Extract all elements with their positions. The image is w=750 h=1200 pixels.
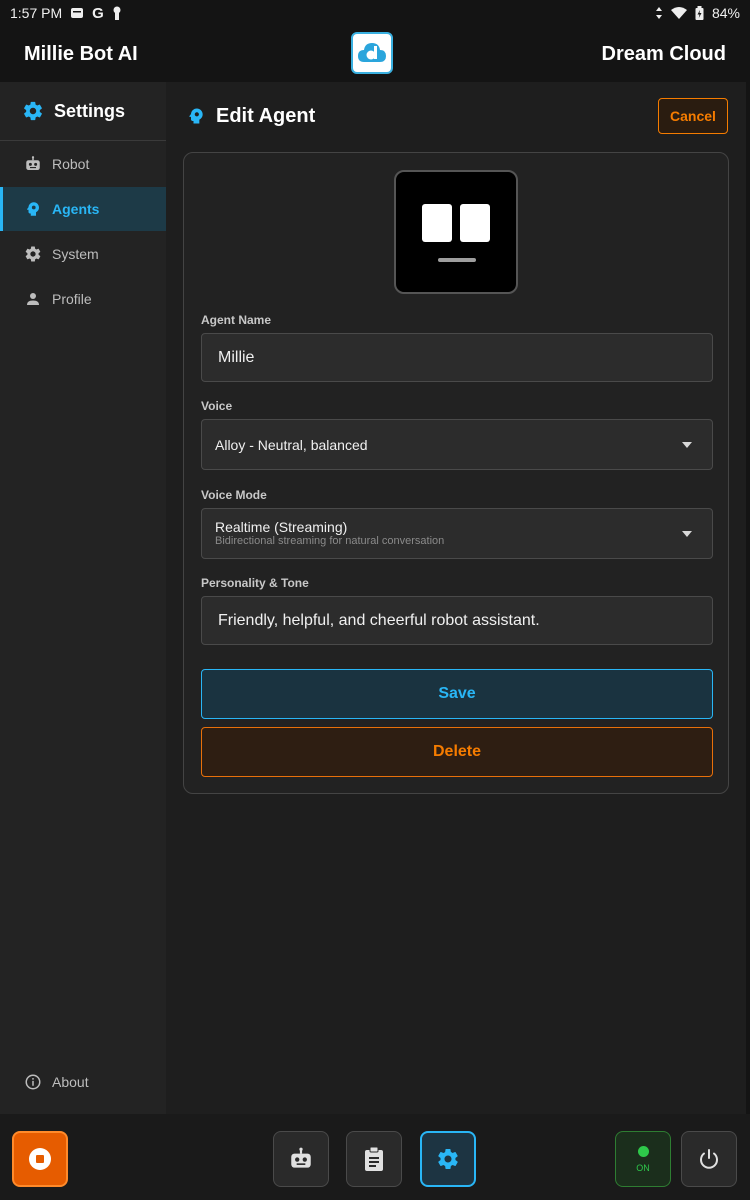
save-button[interactable]: Save <box>201 669 713 719</box>
voice-mode-label: Voice Mode <box>201 488 267 502</box>
robot-nav-button[interactable] <box>273 1131 329 1187</box>
sidebar: Settings Robot Agents System Profile Abo… <box>0 82 166 1114</box>
main-panel: Edit Agent Cancel Agent Name Voice Alloy… <box>166 82 746 1114</box>
agent-head-icon <box>186 106 206 126</box>
agent-name-field-wrapper <box>201 333 713 382</box>
app-title: Millie Bot AI <box>24 42 138 65</box>
sidebar-item-label: System <box>52 246 99 262</box>
keyhole-icon <box>112 6 122 20</box>
person-icon <box>24 290 42 308</box>
info-icon <box>24 1073 42 1091</box>
robot-icon <box>288 1146 314 1172</box>
delete-button[interactable]: Delete <box>201 727 713 777</box>
google-icon: G <box>92 4 104 22</box>
agent-icon <box>24 200 42 218</box>
avatar-right-eye <box>460 204 490 242</box>
voice-select[interactable]: Alloy - Neutral, balanced <box>201 419 713 470</box>
edit-agent-card: Agent Name Voice Alloy - Neutral, balanc… <box>183 152 729 794</box>
message-icon <box>70 7 84 19</box>
sidebar-item-agents[interactable]: Agents <box>0 187 166 231</box>
voice-mode-description: Bidirectional streaming for natural conv… <box>215 535 445 547</box>
agent-name-label: Agent Name <box>201 313 272 327</box>
sidebar-item-system[interactable]: System <box>0 232 166 276</box>
sidebar-item-label: Profile <box>52 291 92 307</box>
clipboard-icon <box>362 1146 386 1172</box>
battery-icon <box>695 6 704 20</box>
battery-percent: 84% <box>711 5 740 21</box>
settings-gear-icon <box>22 100 44 122</box>
on-indicator-icon <box>637 1145 649 1157</box>
wifi-icon <box>670 7 687 19</box>
personality-field[interactable] <box>202 597 712 644</box>
robot-icon <box>24 155 42 173</box>
bottom-bar: ON <box>0 1114 750 1200</box>
page-header: Edit Agent <box>186 100 315 132</box>
page-title: Edit Agent <box>216 104 316 127</box>
avatar-left-eye <box>422 204 452 242</box>
data-arrows-icon <box>655 7 663 19</box>
agent-avatar[interactable] <box>394 170 518 294</box>
dream-cloud-logo-icon[interactable] <box>351 32 393 74</box>
voice-mode-value: Realtime (Streaming) <box>215 519 348 535</box>
gear-icon <box>436 1147 460 1171</box>
dropdown-arrow-icon <box>682 530 692 537</box>
about-label: About <box>52 1074 89 1090</box>
stop-icon <box>28 1147 52 1171</box>
power-icon <box>697 1147 721 1171</box>
sidebar-item-robot[interactable]: Robot <box>0 142 166 186</box>
avatar-mouth <box>438 258 476 262</box>
stop-button[interactable] <box>12 1131 68 1187</box>
cloud-title: Dream Cloud <box>601 42 726 65</box>
sidebar-header: Settings <box>0 82 166 141</box>
power-button[interactable] <box>681 1131 737 1187</box>
agent-name-field[interactable] <box>202 334 712 381</box>
sidebar-item-label: Robot <box>52 156 90 172</box>
voice-select-value: Alloy - Neutral, balanced <box>215 437 368 453</box>
sidebar-item-profile[interactable]: Profile <box>0 277 166 321</box>
sidebar-item-label: Agents <box>52 201 100 217</box>
status-time: 1:57 PM <box>10 5 63 21</box>
about-link[interactable]: About <box>0 1066 166 1098</box>
sidebar-title: Settings <box>54 100 126 121</box>
personality-label: Personality & Tone <box>201 576 309 590</box>
settings-nav-button[interactable] <box>420 1131 476 1187</box>
personality-field-wrapper <box>201 596 713 645</box>
voice-mode-select[interactable]: Realtime (Streaming) Bidirectional strea… <box>201 508 713 559</box>
voice-label: Voice <box>201 399 233 413</box>
cancel-button[interactable]: Cancel <box>658 98 728 134</box>
on-toggle-button[interactable]: ON <box>615 1131 671 1187</box>
status-bar: 1:57 PM G 84% <box>0 0 750 26</box>
tasks-nav-button[interactable] <box>346 1131 402 1187</box>
gear-icon <box>24 245 42 263</box>
dropdown-arrow-icon <box>682 441 692 448</box>
on-label: ON <box>636 1162 650 1173</box>
